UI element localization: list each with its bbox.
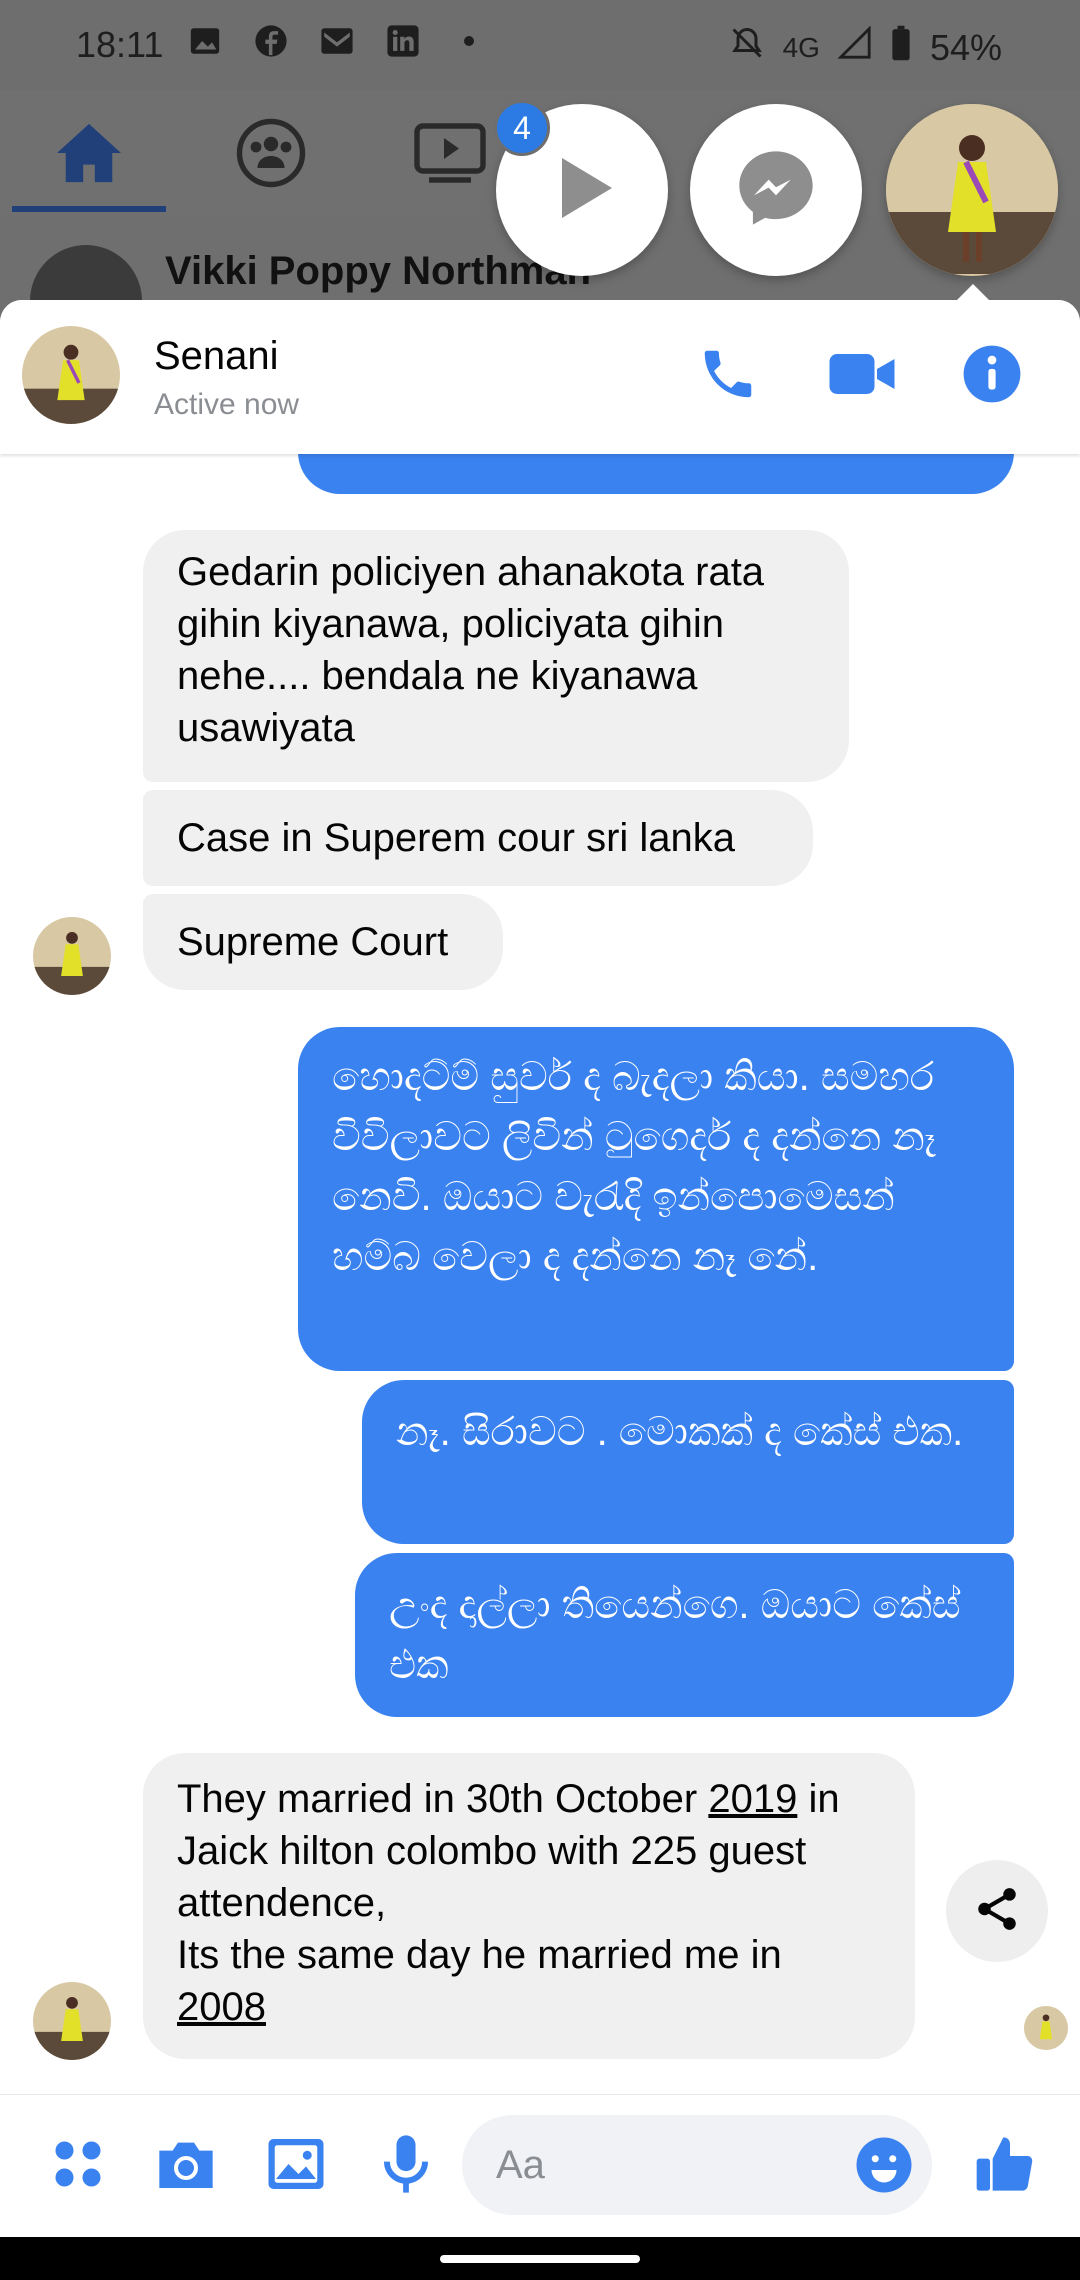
gallery-button[interactable] — [260, 2130, 332, 2202]
message-bubble[interactable]: උංද දාල්ලා තියෙන්ගෙ. ඔයාට කේස් එක — [355, 1553, 1014, 1717]
battery-percent: 54% — [929, 26, 1002, 68]
conversation-info-button[interactable] — [956, 340, 1028, 412]
battery-icon — [890, 24, 912, 71]
voice-call-button[interactable] — [692, 340, 764, 412]
home-indicator[interactable] — [440, 2255, 640, 2263]
tab-watch[interactable] — [395, 110, 505, 200]
message-input[interactable]: Aa — [462, 2115, 932, 2215]
image-icon — [266, 2136, 326, 2197]
gallery-notification-icon — [186, 22, 224, 60]
gmail-notification-icon — [318, 22, 356, 60]
play-icon — [542, 148, 622, 233]
tab-groups[interactable] — [216, 110, 326, 200]
share-button[interactable] — [946, 1860, 1048, 1962]
groups-icon — [235, 117, 307, 194]
system-navigation-bar — [0, 2237, 1080, 2280]
share-icon — [972, 1884, 1022, 1939]
message-text: Its the same day he married me in — [177, 1933, 782, 1977]
phone-icon — [697, 343, 759, 410]
chat-sheet: Senani Active now Gedarin policiyen ahan… — [0, 300, 1080, 2237]
message-bubble[interactable]: They married in 30th October 2019 in Jai… — [143, 1753, 915, 2059]
thumbs-up-icon — [974, 2132, 1038, 2201]
messenger-chat-head[interactable] — [690, 104, 862, 276]
message-composer: Aa — [0, 2094, 1080, 2237]
signal-icon — [837, 25, 872, 69]
apps-icon — [51, 2137, 105, 2196]
more-notifications-dot-icon — [450, 22, 488, 60]
messenger-icon — [732, 144, 820, 237]
silent-mode-icon — [729, 25, 765, 70]
date-link[interactable]: 2019 — [708, 1777, 797, 1821]
contact-name[interactable]: Senani — [154, 334, 279, 379]
chat-header: Senani Active now — [0, 300, 1080, 454]
tab-home[interactable] — [12, 110, 166, 212]
read-receipt-avatar — [1024, 2006, 1068, 2050]
senani-chat-head[interactable] — [886, 104, 1058, 276]
message-bubble[interactable]: Case in Superem cour sri lanka — [143, 790, 813, 886]
contact-photo-icon — [886, 104, 1058, 276]
network-type: 4G — [782, 31, 820, 63]
camera-icon — [154, 2136, 218, 2197]
contact-status: Active now — [154, 388, 300, 421]
message-text: They married in 30th October — [177, 1777, 709, 1821]
message-bubble[interactable]: Gedarin policiyen ahanakota rata gihin k… — [143, 530, 849, 782]
home-icon — [54, 121, 124, 190]
message-bubble[interactable]: නෑ. සිරාවට . මොකක් ද කේස් එක. — [362, 1380, 1014, 1544]
voice-message-button[interactable] — [370, 2130, 442, 2202]
message-input-placeholder: Aa — [496, 2143, 545, 2187]
linkedin-notification-icon — [384, 22, 422, 60]
video-camera-icon — [827, 349, 897, 404]
sender-avatar[interactable] — [33, 917, 111, 995]
contact-avatar[interactable] — [22, 326, 120, 424]
like-button[interactable] — [970, 2130, 1042, 2202]
microphone-icon — [381, 2133, 431, 2200]
message-bubble[interactable]: Supreme Court — [143, 894, 503, 990]
info-icon — [961, 343, 1023, 410]
video-icon — [414, 122, 486, 189]
emoji-icon[interactable] — [854, 2135, 914, 2200]
date-link[interactable]: 2008 — [177, 1985, 266, 2029]
message-bubble[interactable]: හොදට්ම් සුවර් ද බැදලා කියා. සමහර විවිලාව… — [298, 1027, 1014, 1371]
notification-badge: 4 — [494, 100, 550, 156]
video-call-button[interactable] — [826, 340, 898, 412]
status-time: 18:11 — [76, 24, 164, 65]
facebook-notification-icon — [252, 22, 290, 60]
apps-button[interactable] — [42, 2130, 114, 2202]
camera-button[interactable] — [150, 2130, 222, 2202]
sender-avatar[interactable] — [33, 1982, 111, 2060]
status-bar: 18:11 4G 54% — [0, 0, 1080, 90]
